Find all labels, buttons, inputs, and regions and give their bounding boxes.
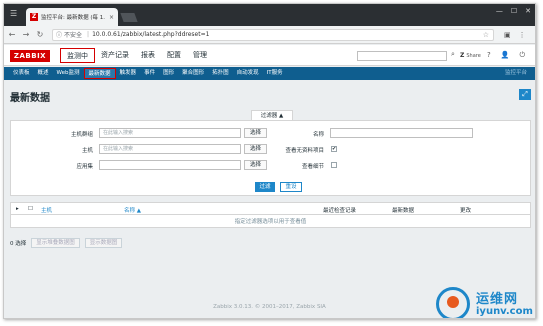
top-nav-reports[interactable]: 报表 <box>135 48 161 63</box>
search-icon[interactable]: ⌕ <box>451 50 455 59</box>
back-icon[interactable]: ← <box>6 30 18 39</box>
display-stacked-graph-button[interactable]: 显示堆叠数据图 <box>31 238 80 248</box>
subnav-web[interactable]: Web监测 <box>53 68 84 79</box>
browser-tab-strip: ☰ Z 监控平台: 最新数据 (每 1... × — ☐ ✕ <box>4 4 535 26</box>
filter-panel: 主机群组 在此输入搜索 选择 主机 在此输入搜索 选择 应用集 选择 名称 查看… <box>10 120 531 196</box>
window-controls: — ☐ ✕ <box>496 7 531 15</box>
help-icon[interactable]: ? <box>487 51 491 60</box>
filter-button[interactable]: 过滤 <box>255 182 275 192</box>
sub-nav: 仪表板 概述 Web监测 最新数据 触发器 事件 图形 聚合图形 拓扑图 自动发… <box>4 67 535 80</box>
zabbix-logo[interactable]: ZABBIX <box>10 50 50 62</box>
subnav-maps[interactable]: 拓扑图 <box>208 68 233 79</box>
subnav-discovery[interactable]: 自动发现 <box>233 68 263 79</box>
browser-tab[interactable]: Z 监控平台: 最新数据 (每 1... × <box>26 8 118 26</box>
reset-button[interactable]: 重设 <box>280 182 302 192</box>
expand-all-icon[interactable]: ▸ <box>16 206 19 212</box>
fullscreen-button[interactable]: ⤢ <box>519 89 531 100</box>
server-name: 监控平台 <box>504 70 527 76</box>
forward-icon[interactable]: → <box>20 30 32 39</box>
hosts-input[interactable]: 在此输入搜索 <box>99 144 241 154</box>
maximize-icon[interactable]: ☐ <box>511 7 517 15</box>
bookmark-star-icon[interactable]: ☆ <box>483 31 489 39</box>
global-search-input[interactable] <box>357 51 447 61</box>
subnav-graphs[interactable]: 图形 <box>159 68 178 79</box>
hosts-label: 主机 <box>81 148 93 154</box>
share-label: Share <box>466 52 481 59</box>
zabbix-header: ZABBIX 监测中 资产记录 报表 配置 管理 ⌕ Z Share ? 👤 ⏻ <box>4 45 535 66</box>
column-name[interactable]: 名称 ▲ <box>124 206 141 214</box>
logout-icon[interactable]: ⏻ <box>519 51 525 60</box>
application-label: 应用集 <box>76 164 93 170</box>
info-icon[interactable]: ⓘ <box>56 30 62 39</box>
show-details-label: 查看细节 <box>301 164 324 170</box>
subnav-events[interactable]: 事件 <box>140 68 159 79</box>
site-watermark: 运维网 iyunv.com <box>436 287 535 318</box>
top-nav-inventory[interactable]: 资产记录 <box>95 48 135 63</box>
top-nav-monitoring[interactable]: 监测中 <box>60 48 95 63</box>
url-text[interactable]: 10.0.0.61/zabbix/latest.php?ddreset=1 <box>92 31 209 38</box>
browser-menu-icon[interactable]: ☰ <box>10 9 17 18</box>
show-without-data-checkbox[interactable]: ✔ <box>331 146 337 152</box>
browser-window: ☰ Z 监控平台: 最新数据 (每 1... × — ☐ ✕ ← → ↻ ⓘ 不… <box>3 3 536 319</box>
subnav-overview[interactable]: 概述 <box>34 68 53 79</box>
watermark-cn-text: 运维网 <box>476 292 519 307</box>
filter-toggle-tab[interactable]: 过滤器 ▲ <box>251 110 293 120</box>
application-input[interactable] <box>99 160 241 170</box>
url-separator: | <box>87 31 90 38</box>
name-label: 名称 <box>312 132 324 138</box>
empty-table-message: 指定过滤器选项以用于查看值 <box>234 219 307 225</box>
minimize-icon[interactable]: — <box>496 7 503 15</box>
column-last-check: 最近检查记录 <box>323 208 357 214</box>
tab-title: 监控平台: 最新数据 (每 1... <box>41 15 105 21</box>
column-change: 更改 <box>460 208 472 214</box>
zabbix-favicon-icon: Z <box>30 13 38 21</box>
mass-actions: 0 选择 显示堆叠数据图 显示数据图 <box>10 238 123 248</box>
column-last-value: 最新数据 <box>392 208 415 214</box>
display-graph-button[interactable]: 显示数据图 <box>84 238 123 248</box>
browser-menu-dots-icon[interactable]: ⋮ <box>519 31 526 39</box>
latest-data-table: ▸ ☐ 主机 名称 ▲ 最近检查记录 最新数据 更改 指定过滤器选项以用于查看值 <box>10 202 531 228</box>
show-details-checkbox[interactable] <box>331 162 337 168</box>
reload-icon[interactable]: ↻ <box>34 30 46 39</box>
selected-count: 0 选择 <box>10 241 27 247</box>
watermark-logo-icon <box>436 287 470 318</box>
table-header-row: ▸ ☐ 主机 名称 ▲ 最近检查记录 最新数据 更改 <box>11 203 530 215</box>
tab-close-icon[interactable]: × <box>109 14 114 21</box>
subnav-latest-data[interactable]: 最新数据 <box>83 68 116 79</box>
column-host[interactable]: 主机 <box>41 206 52 214</box>
watermark-en-text: iyunv.com <box>476 306 533 317</box>
browser-toolbar: ← → ↻ ⓘ 不安全 | 10.0.0.61/zabbix/latest.ph… <box>4 26 535 44</box>
show-without-data-label: 查看无资料项目 <box>285 148 324 154</box>
name-input[interactable] <box>330 128 473 138</box>
user-profile-icon[interactable]: 👤 <box>501 51 510 60</box>
top-nav: 监测中 资产记录 报表 配置 管理 <box>56 45 213 66</box>
subnav-triggers[interactable]: 触发器 <box>116 68 141 79</box>
header-icons: ? 👤 ⏻ <box>487 51 525 60</box>
host-groups-input[interactable]: 在此输入搜索 <box>99 128 241 138</box>
new-tab-button[interactable] <box>120 13 138 22</box>
extension-icon[interactable]: ▣ <box>504 31 511 39</box>
subnav-dashboard[interactable]: 仪表板 <box>9 68 34 79</box>
top-nav-administration[interactable]: 管理 <box>187 48 213 63</box>
share-icon: Z <box>460 52 465 59</box>
share-button[interactable]: Z Share <box>460 52 481 59</box>
top-nav-configuration[interactable]: 配置 <box>161 48 187 63</box>
toolbar-icons: ▣ ⋮ <box>504 31 526 39</box>
subnav-screens[interactable]: 聚合图形 <box>178 68 208 79</box>
insecure-label: 不安全 <box>64 32 83 39</box>
select-all-checkbox[interactable]: ☐ <box>28 206 33 212</box>
address-bar[interactable]: ⓘ 不安全 | 10.0.0.61/zabbix/latest.php?ddre… <box>52 28 494 41</box>
close-window-icon[interactable]: ✕ <box>525 7 531 15</box>
subnav-it-services[interactable]: IT服务 <box>263 68 287 79</box>
page-title: 最新数据 <box>10 93 50 104</box>
host-groups-label: 主机群组 <box>70 132 93 138</box>
